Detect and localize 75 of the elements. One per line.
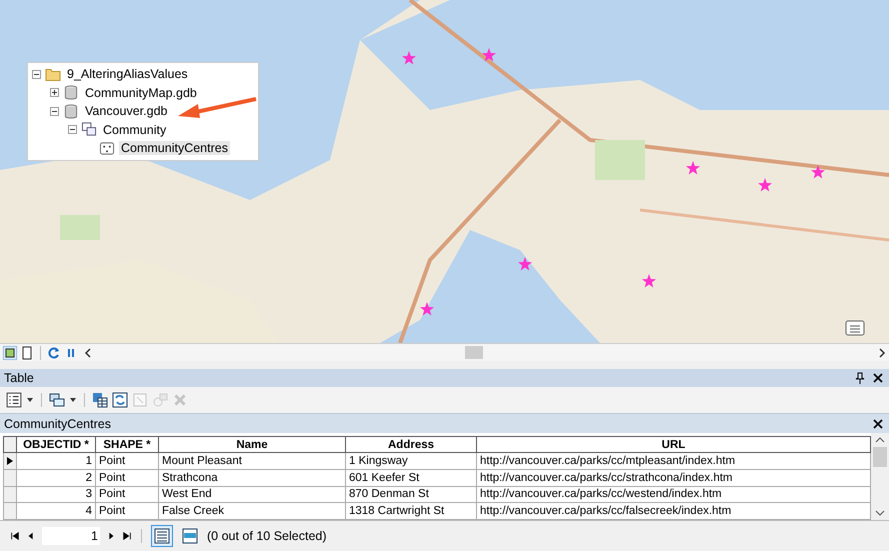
table-cell: Point [96,502,158,520]
select-by-attributes-icon[interactable] [92,392,108,408]
close-icon[interactable] [871,371,885,385]
record-number-field[interactable]: 1 [42,527,100,545]
star-marker-icon [686,161,700,176]
expand-toggle-icon[interactable] [50,106,59,116]
close-icon[interactable] [871,416,885,430]
legend-icon[interactable] [845,320,865,336]
first-record-icon[interactable] [10,531,20,541]
table-cell: Mount Pleasant [158,452,346,470]
star-marker-icon [758,178,772,192]
table-cell: 3 [16,486,96,503]
table-cell: http://vancouver.ca/parks/cc/mtpleasant/index.htm [476,452,870,470]
scroll-up-icon[interactable] [875,436,885,444]
selection-status: (0 out of 10 Selected) [207,529,327,543]
data-view-icon[interactable] [3,346,17,360]
folder-icon [45,66,61,82]
table-cell: http://vancouver.ca/parks/cc/falsecreek/index.htm [476,502,870,520]
table-cell: http://vancouver.ca/parks/cc/westend/index.htm [476,486,870,503]
point-layer-icon [99,140,115,156]
table-cell: 1318 Cartwright St [346,502,476,520]
table-cell: 4 [16,502,96,520]
row-selector[interactable] [4,452,16,470]
refresh-icon[interactable] [47,346,61,360]
tree-item[interactable]: Community [101,122,168,137]
show-all-records-button[interactable] [151,525,173,547]
table-cell: 2 [16,469,96,486]
vertical-scrollbar[interactable] [871,433,889,520]
column-header[interactable]: OBJECTID * [16,436,96,452]
table-cell: http://vancouver.ca/parks/cc/strathcona/index.htm [476,469,870,486]
switch-selection-icon[interactable] [112,392,128,408]
expand-toggle-icon[interactable] [32,70,41,79]
table-cell: 870 Denman St [346,486,476,503]
stacked-squares-icon [81,122,97,138]
column-header[interactable]: Name [158,436,346,452]
database-icon [63,104,79,119]
table-cell: False Creek [158,502,346,520]
star-marker-icon [642,274,656,288]
expand-toggle-icon[interactable] [68,125,77,134]
table-cell: Point [96,469,158,486]
tree-item[interactable]: CommunityCentres [119,141,230,156]
scrollbar-thumb[interactable] [465,346,483,359]
tree-item[interactable]: CommunityMap.gdb [83,86,199,100]
tree-item[interactable]: Vancouver.gdb [83,104,170,118]
star-marker-icon [482,48,496,62]
dropdown-caret-icon[interactable] [69,396,77,404]
row-selector-header [4,436,16,452]
pin-icon[interactable] [853,371,867,385]
table-cell: Strathcona [158,469,346,486]
table-cell: 1 Kingsway [346,452,476,470]
last-record-icon[interactable] [122,531,132,541]
table-cell: West End [158,486,346,503]
star-marker-icon [518,257,532,272]
scrollbar-thumb[interactable] [873,447,887,467]
related-tables-icon[interactable] [49,392,65,408]
scroll-down-icon[interactable] [875,509,885,517]
star-marker-icon [420,302,434,316]
star-marker-icon [810,164,825,178]
table-cell: Point [96,486,158,503]
window-title: Table [4,371,34,385]
layer-tab[interactable]: CommunityCentres [4,416,111,430]
layout-view-icon[interactable] [20,346,34,360]
current-row-icon [7,456,13,465]
star-marker-icon [402,51,416,66]
table-cell: 601 Keefer St [346,469,476,486]
table-cell: 1 [16,452,96,470]
column-header[interactable]: SHAPE * [96,436,158,452]
database-icon [63,85,79,100]
column-header[interactable]: URL [476,436,870,452]
table-cell: Point [96,452,158,470]
expand-toggle-icon[interactable] [50,88,59,98]
dropdown-caret-icon[interactable] [26,396,34,404]
tree-item[interactable]: 9_AlteringAliasValues [65,67,190,82]
table-options-icon[interactable] [6,392,22,408]
column-header[interactable]: Address [346,436,476,452]
